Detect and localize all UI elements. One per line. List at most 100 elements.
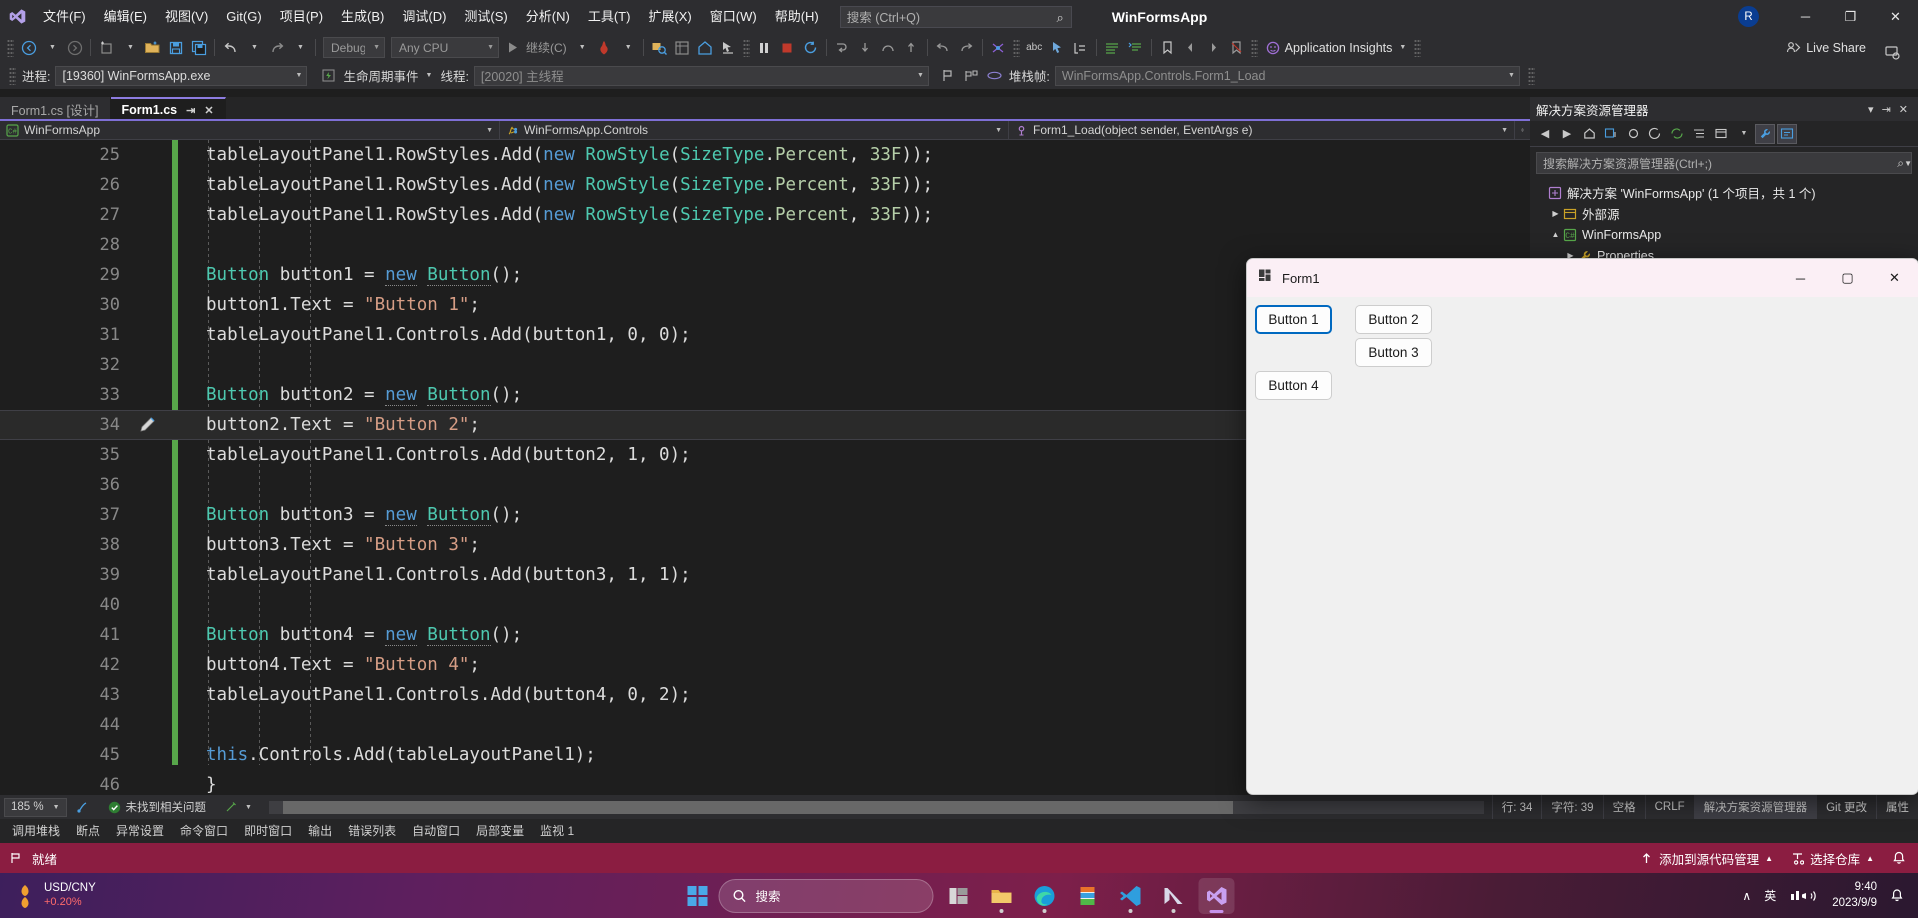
tool-window-tab[interactable]: 局部变量	[468, 819, 532, 843]
solution-explorer-status-tab[interactable]: 解决方案资源管理器	[1693, 795, 1817, 819]
taskbar-app-visual-studio[interactable]	[1198, 877, 1235, 914]
redo-icon[interactable]	[265, 36, 288, 60]
tab-form1-cs[interactable]: Form1.cs ⇥ ✕	[110, 97, 226, 121]
notifications-button[interactable]	[1892, 851, 1906, 865]
pin-icon[interactable]: ⇥	[1878, 103, 1895, 116]
continue-play-icon[interactable]	[502, 36, 523, 60]
tool-window-tabs[interactable]: 调用堆栈 断点 异常设置 命令窗口 即时窗口 输出 错误列表 自动窗口 局部变量 监视 1	[0, 819, 1918, 843]
navigate-backward-icon[interactable]	[17, 36, 40, 60]
toolbar-grip-3[interactable]	[1012, 38, 1020, 57]
taskbar-app-explorer[interactable]	[984, 878, 1020, 914]
properties-window-icon[interactable]	[1755, 123, 1775, 144]
code-text[interactable]: tableLayoutPanel1.Controls.Add(button4, …	[166, 685, 691, 705]
taskbar-app-store[interactable]	[1070, 878, 1106, 914]
form-button-4[interactable]: Button 4	[1255, 371, 1332, 400]
navigate-backward-dropdown-icon[interactable]: ▼	[40, 36, 63, 60]
pause-icon[interactable]	[753, 36, 776, 60]
code-text[interactable]: this.Controls.Add(tableLayoutPanel1);	[166, 745, 596, 765]
code-text[interactable]: Button button3 = new Button();	[166, 505, 522, 526]
code-line[interactable]: 27 tableLayoutPanel1.RowStyles.Add(new Ro…	[0, 200, 1530, 230]
menu-build[interactable]: 生成(B)	[332, 0, 393, 33]
code-text[interactable]: tableLayoutPanel1.Controls.Add(button1, …	[166, 325, 691, 345]
tool-window-tab[interactable]: 输出	[300, 819, 340, 843]
open-file-icon[interactable]	[141, 36, 164, 60]
chevron-down-icon[interactable]: ▼	[426, 72, 433, 79]
taskbar-widget[interactable]: USD/CNY +0.20%	[0, 881, 96, 909]
toolbar-grip-1[interactable]	[7, 38, 14, 57]
live-share-button[interactable]: Live Share	[1786, 40, 1866, 55]
code-text[interactable]: tableLayoutPanel1.RowStyles.Add(new RowS…	[166, 145, 933, 165]
inspect-element-icon[interactable]	[648, 36, 671, 60]
no-issues-status[interactable]: 未找到相关问题	[99, 799, 216, 815]
line-ending-status[interactable]: CRLF	[1644, 795, 1694, 819]
restart-icon[interactable]	[799, 36, 822, 60]
select-repository-button[interactable]: 选择仓库 ▲	[1791, 849, 1874, 868]
application-insights-button[interactable]: Application Insights ▼	[1261, 41, 1412, 55]
toolbar-grip-5[interactable]	[1414, 38, 1422, 57]
code-line[interactable]: 25 tableLayoutPanel1.RowStyles.Add(new Ro…	[0, 140, 1530, 170]
solution-tree-item[interactable]: ▲ C# WinFormsApp	[1534, 224, 1918, 245]
save-icon[interactable]	[164, 36, 187, 60]
close-icon[interactable]: ✕	[204, 104, 213, 117]
next-bookmark-icon[interactable]	[1202, 36, 1225, 60]
solution-tree[interactable]: 解决方案 'WinFormsApp' (1 个项目，共 1 个) ▶ 外部源 ▲ C# W…	[1530, 179, 1918, 266]
properties-status-tab[interactable]: 属性	[1876, 795, 1918, 819]
tool-window-tab[interactable]: 异常设置	[108, 819, 172, 843]
stop-debugging-icon[interactable]	[776, 36, 799, 60]
pin-icon[interactable]: ⇥	[186, 104, 195, 117]
ime-language-indicator[interactable]: 英	[1764, 887, 1776, 904]
back-icon[interactable]: ◀	[1535, 124, 1555, 144]
add-to-source-control-button[interactable]: 添加到源代码管理 ▲	[1640, 849, 1773, 868]
feedback-icon[interactable]	[1881, 40, 1904, 64]
solution-tree-item[interactable]: ▶ 外部源	[1534, 203, 1918, 224]
taskbar-app-edge[interactable]	[1027, 878, 1063, 914]
header-overflow-icon[interactable]: ▾	[1864, 103, 1878, 116]
solution-tree-item[interactable]: 解决方案 'WinFormsApp' (1 个项目，共 1 个)	[1534, 182, 1918, 203]
tray-expand-icon[interactable]: ∧	[1742, 889, 1751, 903]
redo-history-icon[interactable]	[955, 36, 978, 60]
git-changes-status-tab[interactable]: Git 更改	[1816, 795, 1876, 819]
menu-file[interactable]: 文件(F)	[34, 0, 95, 33]
form1-window[interactable]: Form1 ─ ▢ ✕ Button 1 Button 2 Button 3 Butt…	[1246, 258, 1918, 795]
menu-view[interactable]: 视图(V)	[156, 0, 217, 33]
debugbar-grip-2[interactable]	[1527, 66, 1535, 85]
form-button-1[interactable]: Button 1	[1255, 305, 1332, 334]
refresh-icon[interactable]	[1667, 124, 1687, 144]
uncomment-lines-icon[interactable]	[1124, 36, 1147, 60]
undo-icon[interactable]	[219, 36, 242, 60]
hot-reload-icon[interactable]	[593, 36, 616, 60]
twisty-collapsed-icon[interactable]: ▶	[1549, 209, 1562, 218]
taskbar-app-nvidia[interactable]	[1156, 878, 1192, 914]
solution-explorer-search-input[interactable]: 搜索解决方案资源管理器(Ctrl+;) ⌕ ▼	[1536, 152, 1912, 174]
sync-icon[interactable]	[1645, 124, 1665, 144]
taskbar-clock[interactable]: 9:40 2023/9/9	[1832, 880, 1877, 911]
bookmark-icon[interactable]	[1156, 36, 1179, 60]
code-text[interactable]: Button button4 = new Button();	[166, 625, 522, 646]
menu-test[interactable]: 测试(S)	[455, 0, 516, 33]
tool-window-tab[interactable]: 即时窗口	[236, 819, 300, 843]
tool-window-tab[interactable]: 监视 1	[532, 819, 582, 843]
tool-window-tab[interactable]: 断点	[68, 819, 108, 843]
process-select[interactable]: [19360] WinFormsApp.exe ▼	[55, 65, 308, 86]
menu-extensions[interactable]: 扩展(X)	[639, 0, 700, 33]
layout-visualizer-icon[interactable]	[671, 36, 694, 60]
save-all-icon[interactable]	[187, 36, 210, 60]
window-minimize-button[interactable]: ─	[1783, 0, 1828, 33]
code-text[interactable]: Button button2 = new Button();	[166, 385, 522, 406]
show-all-files-icon[interactable]	[1711, 124, 1731, 144]
error-inspector-icon[interactable]	[67, 800, 99, 814]
thread-select[interactable]: [20020] 主线程 ▼	[473, 65, 929, 86]
home-icon[interactable]	[694, 36, 717, 60]
preview-selected-items-icon[interactable]	[1777, 123, 1797, 144]
code-line[interactable]: 26 tableLayoutPanel1.RowStyles.Add(new Ro…	[0, 170, 1530, 200]
code-text[interactable]: button2.Text = "Button 2";	[166, 415, 480, 435]
previous-bookmark-icon[interactable]	[1179, 36, 1202, 60]
stack-frame-select[interactable]: WinFormsApp.Controls.Form1_Load ▼	[1054, 65, 1520, 86]
tool-window-tab[interactable]: 调用堆栈	[4, 819, 68, 843]
hscrollbar-thumb[interactable]	[282, 800, 1233, 814]
form1-maximize-button[interactable]: ▢	[1824, 259, 1871, 297]
glyph-margin[interactable]	[130, 415, 166, 435]
intellicode-icon[interactable]	[987, 36, 1010, 60]
chevron-down-icon[interactable]: ▼	[1904, 159, 1912, 168]
view-dropdown-icon[interactable]: ▼	[1733, 124, 1753, 144]
